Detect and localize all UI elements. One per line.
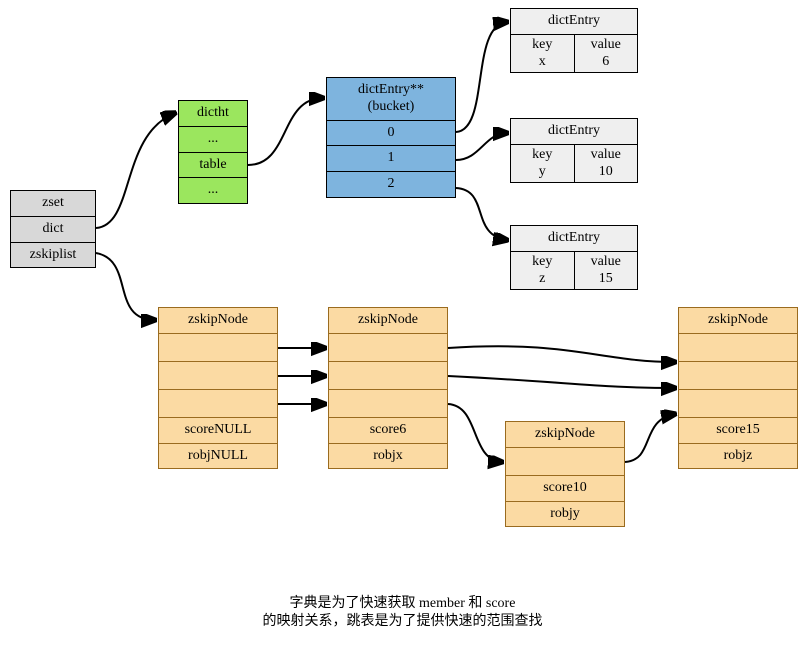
zskip-title: zskipNode xyxy=(329,308,447,334)
dictentry-title: dictEntry xyxy=(511,119,637,145)
dictht-table: table xyxy=(179,153,247,179)
zset-node: zset dict zskiplist xyxy=(10,190,96,268)
caption: 字典是为了快速获取 member 和 score 的映射关系，跳表是为了提供快速… xyxy=(0,595,805,631)
zskip-title: zskipNode xyxy=(159,308,277,334)
bucket-slot-1: 1 xyxy=(327,146,455,172)
zskip-level xyxy=(329,334,447,362)
zskip-level xyxy=(159,362,277,390)
dictentry-kv: keyz value15 xyxy=(511,252,637,290)
dictentry-z: dictEntry keyz value15 xyxy=(510,225,638,290)
dictht-title: dictht xyxy=(179,101,247,127)
zskip-level xyxy=(329,362,447,390)
zskip-score: score6 xyxy=(329,418,447,444)
zskip-level xyxy=(679,334,797,362)
zskip-level xyxy=(679,390,797,418)
dictht-node: dictht ... table ... xyxy=(178,100,248,204)
bucket-title: dictEntry** (bucket) xyxy=(327,78,455,121)
dictht-dots1: ... xyxy=(179,127,247,153)
zskipnode-z: zskipNode score15 robjz xyxy=(678,307,798,469)
zskip-robj: robjNULL xyxy=(159,444,277,469)
bucket-slot-0: 0 xyxy=(327,121,455,147)
zskip-robj: robjy xyxy=(506,502,624,527)
dictentry-x: dictEntry keyx value6 xyxy=(510,8,638,73)
dictentry-kv: keyy value10 xyxy=(511,145,637,183)
zskip-title: zskipNode xyxy=(679,308,797,334)
dictentry-title: dictEntry xyxy=(511,9,637,35)
zskip-level xyxy=(679,362,797,390)
zskip-robj: robjz xyxy=(679,444,797,469)
zskipnode-head: zskipNode scoreNULL robjNULL xyxy=(158,307,278,469)
zskip-robj: robjx xyxy=(329,444,447,469)
zset-dict: dict xyxy=(11,217,95,243)
bucket-node: dictEntry** (bucket) 0 1 2 xyxy=(326,77,456,198)
zskip-title: zskipNode xyxy=(506,422,624,448)
zset-title: zset xyxy=(11,191,95,217)
zskip-score: score10 xyxy=(506,476,624,502)
dictentry-title: dictEntry xyxy=(511,226,637,252)
zskipnode-x: zskipNode score6 robjx xyxy=(328,307,448,469)
zskip-level xyxy=(329,390,447,418)
dictentry-y: dictEntry keyy value10 xyxy=(510,118,638,183)
dictentry-kv: keyx value6 xyxy=(511,35,637,73)
bucket-slot-2: 2 xyxy=(327,172,455,197)
zskip-level xyxy=(506,448,624,476)
dictht-dots2: ... xyxy=(179,178,247,203)
zskip-level xyxy=(159,390,277,418)
zskip-score: scoreNULL xyxy=(159,418,277,444)
zskip-score: score15 xyxy=(679,418,797,444)
zset-zskiplist: zskiplist xyxy=(11,243,95,268)
zskipnode-y: zskipNode score10 robjy xyxy=(505,421,625,527)
zskip-level xyxy=(159,334,277,362)
